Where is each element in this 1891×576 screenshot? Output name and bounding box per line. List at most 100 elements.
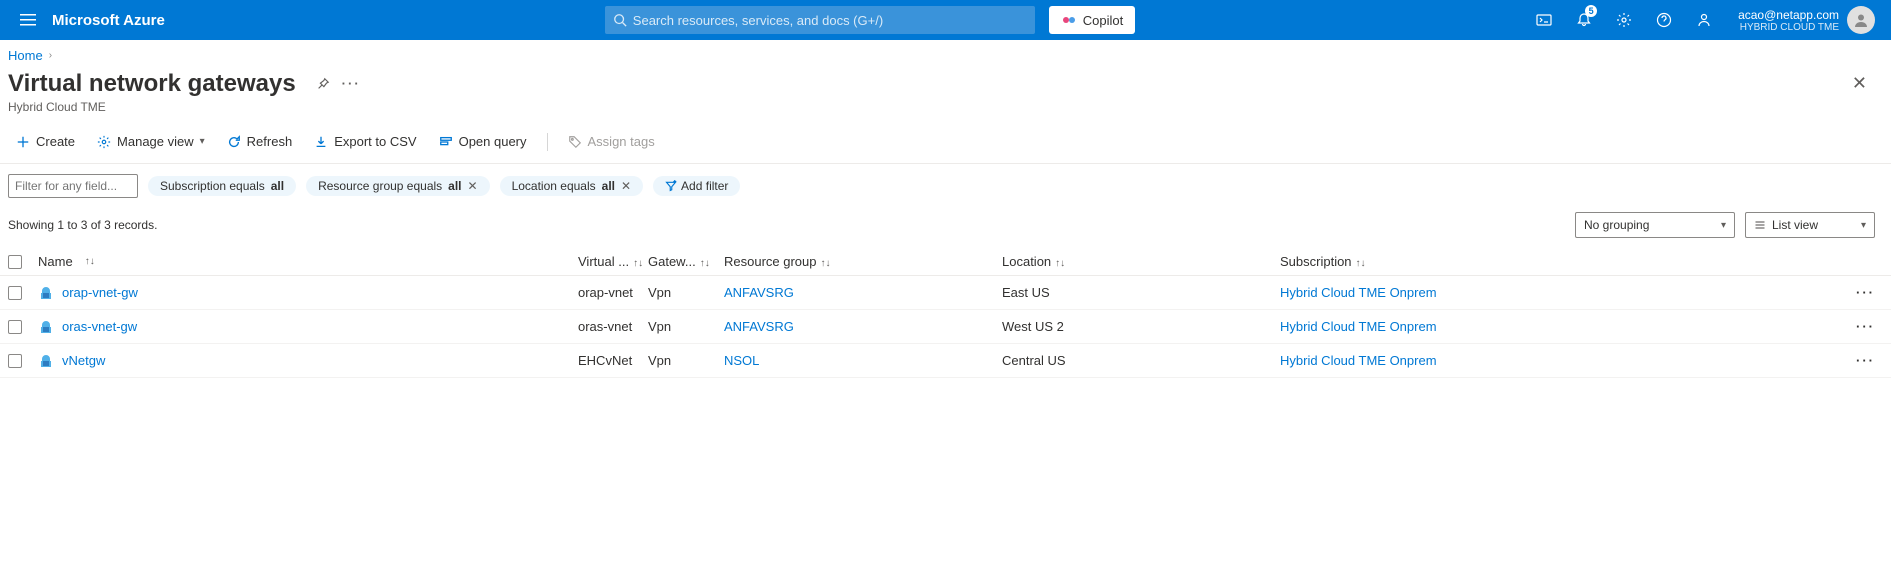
select-all-checkbox[interactable] (8, 255, 22, 269)
global-search-input[interactable] (633, 13, 1027, 28)
gear-icon (97, 135, 111, 149)
help-icon[interactable] (1644, 0, 1684, 40)
table-row[interactable]: orap-vnet-gw orap-vnet Vpn ANFAVSRG East… (0, 276, 1891, 310)
row-checkbox[interactable] (8, 320, 22, 334)
header-right: 5 acao@netapp.com HYBRID CLOUD TME (1524, 0, 1883, 40)
remove-filter-icon[interactable]: ✕ (621, 179, 631, 193)
download-icon (314, 135, 328, 149)
cell-location: West US 2 (1002, 319, 1280, 334)
resource-link[interactable]: oras-vnet-gw (62, 319, 137, 334)
cell-vnet: orap-vnet (578, 285, 648, 300)
create-label: Create (36, 134, 75, 149)
filter-field-input[interactable] (8, 174, 138, 198)
sort-icon: ↑↓ (1055, 258, 1065, 269)
title-more-icon[interactable]: ··· (342, 76, 361, 91)
filter-pill-resource-group[interactable]: Resource group equals all ✕ (306, 176, 489, 196)
copilot-icon (1061, 12, 1077, 28)
add-filter-button[interactable]: Add filter (653, 176, 740, 196)
table-header: Name↑↓ Virtual ...↑↓ Gatew...↑↓ Resource… (0, 248, 1891, 276)
hamburger-menu-icon[interactable] (8, 0, 48, 40)
manage-view-label: Manage view (117, 134, 194, 149)
filter-pill-subscription[interactable]: Subscription equals all (148, 176, 296, 196)
row-checkbox[interactable] (8, 354, 22, 368)
filter-bar: Subscription equals all Resource group e… (0, 164, 1891, 206)
col-header-subscription[interactable]: Subscription↑↓ (1280, 254, 1558, 269)
cell-gwtype: Vpn (648, 353, 724, 368)
export-csv-button[interactable]: Export to CSV (306, 130, 424, 153)
grouping-dropdown[interactable]: No grouping ▾ (1575, 212, 1735, 238)
cell-gwtype: Vpn (648, 319, 724, 334)
copilot-button[interactable]: Copilot (1049, 6, 1135, 34)
col-header-rg[interactable]: Resource group↑↓ (724, 254, 1002, 269)
row-more-icon[interactable]: ··· (1856, 319, 1875, 334)
command-bar: Create Manage view ▾ Refresh Export to C… (0, 124, 1891, 164)
settings-icon[interactable] (1604, 0, 1644, 40)
col-header-location[interactable]: Location↑↓ (1002, 254, 1280, 269)
col-header-name[interactable]: Name↑↓ (38, 254, 578, 269)
page-subtitle: Hybrid Cloud TME (0, 100, 1891, 124)
results-table: Name↑↓ Virtual ...↑↓ Gatew...↑↓ Resource… (0, 248, 1891, 378)
chevron-down-icon: ▾ (1721, 220, 1726, 231)
feedback-icon[interactable] (1684, 0, 1724, 40)
filter-rg-value: all (448, 179, 461, 193)
row-more-icon[interactable]: ··· (1856, 285, 1875, 300)
brand-label[interactable]: Microsoft Azure (52, 12, 165, 29)
account-menu[interactable]: acao@netapp.com HYBRID CLOUD TME (1724, 0, 1883, 40)
export-csv-label: Export to CSV (334, 134, 416, 149)
notifications-icon[interactable]: 5 (1564, 0, 1604, 40)
view-controls: No grouping ▾ List view ▾ (1575, 212, 1875, 238)
table-row[interactable]: vNetgw EHCvNet Vpn NSOL Central US Hybri… (0, 344, 1891, 378)
assign-tags-label: Assign tags (588, 134, 655, 149)
cell-gwtype: Vpn (648, 285, 724, 300)
subscription-link[interactable]: Hybrid Cloud TME Onprem (1280, 319, 1437, 334)
gateway-icon (38, 285, 54, 301)
gateway-icon (38, 353, 54, 369)
sort-icon: ↑↓ (821, 258, 831, 269)
page-title: Virtual network gateways (8, 70, 296, 98)
account-text: acao@netapp.com HYBRID CLOUD TME (1738, 8, 1839, 33)
open-query-label: Open query (459, 134, 527, 149)
assign-tags-button: Assign tags (560, 130, 663, 153)
close-icon[interactable]: ✕ (1844, 69, 1875, 98)
refresh-button[interactable]: Refresh (219, 130, 301, 153)
manage-view-button[interactable]: Manage view ▾ (89, 130, 213, 153)
cell-location: Central US (1002, 353, 1280, 368)
results-count: Showing 1 to 3 of 3 records. (8, 218, 157, 232)
tag-icon (568, 135, 582, 149)
row-checkbox[interactable] (8, 286, 22, 300)
col-header-vnet[interactable]: Virtual ...↑↓ (578, 254, 648, 269)
plus-icon (16, 135, 30, 149)
resource-group-link[interactable]: ANFAVSRG (724, 285, 794, 300)
refresh-label: Refresh (247, 134, 293, 149)
resource-group-link[interactable]: NSOL (724, 353, 759, 368)
resource-link[interactable]: vNetgw (62, 353, 105, 368)
create-button[interactable]: Create (8, 130, 83, 153)
gateway-icon (38, 319, 54, 335)
filter-subscription-label: Subscription equals (160, 179, 265, 193)
sort-icon: ↑↓ (1356, 258, 1366, 269)
title-row: Virtual network gateways ··· ✕ (0, 63, 1891, 100)
cloud-shell-icon[interactable] (1524, 0, 1564, 40)
open-query-button[interactable]: Open query (431, 130, 535, 153)
cell-location: East US (1002, 285, 1280, 300)
list-view-value: List view (1772, 218, 1818, 232)
account-tenant: HYBRID CLOUD TME (1738, 22, 1839, 33)
breadcrumb-home[interactable]: Home (8, 48, 43, 63)
global-search[interactable] (605, 6, 1035, 34)
search-icon (613, 13, 627, 27)
resource-group-link[interactable]: ANFAVSRG (724, 319, 794, 334)
col-header-gwtype[interactable]: Gatew...↑↓ (648, 254, 724, 269)
table-row[interactable]: oras-vnet-gw oras-vnet Vpn ANFAVSRG West… (0, 310, 1891, 344)
list-view-dropdown[interactable]: List view ▾ (1745, 212, 1875, 238)
notification-badge: 5 (1585, 5, 1597, 17)
row-more-icon[interactable]: ··· (1856, 353, 1875, 368)
command-separator (547, 133, 548, 151)
filter-pill-location[interactable]: Location equals all ✕ (500, 176, 643, 196)
copilot-label: Copilot (1083, 13, 1123, 28)
remove-filter-icon[interactable]: ✕ (468, 179, 478, 193)
add-filter-icon (665, 180, 677, 192)
pin-icon[interactable] (316, 77, 330, 91)
resource-link[interactable]: orap-vnet-gw (62, 285, 138, 300)
subscription-link[interactable]: Hybrid Cloud TME Onprem (1280, 285, 1437, 300)
subscription-link[interactable]: Hybrid Cloud TME Onprem (1280, 353, 1437, 368)
